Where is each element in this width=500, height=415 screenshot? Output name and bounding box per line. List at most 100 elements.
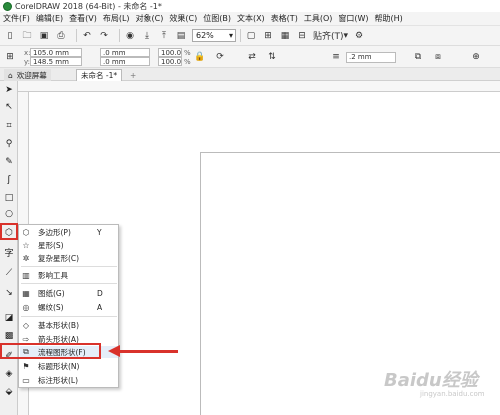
flyout-item-impact[interactable]: ▥ 影响工具 [20, 269, 118, 281]
snap-to-icon[interactable]: 贴齐(T) ▾ [313, 29, 348, 43]
text-tool-icon[interactable]: 字 [2, 246, 16, 259]
lock-ratio-icon[interactable]: 🔒 [194, 50, 206, 64]
shape-tool-icon[interactable]: ↖ [2, 100, 16, 113]
flyout-separator [21, 266, 117, 267]
connector-tool-icon[interactable]: ↘ [2, 286, 16, 299]
flyout-separator [21, 316, 117, 317]
parallel-dimension-icon[interactable]: ⟋ [2, 266, 16, 279]
show-grid-icon[interactable]: ▦ [279, 29, 291, 43]
tab-welcome[interactable]: ⌂ 欢迎屏幕 [4, 69, 51, 81]
impact-tool-icon: ▥ [22, 270, 30, 280]
outline-width-select[interactable]: .2 mm [346, 52, 396, 63]
menu-help[interactable]: 帮助(H) [375, 13, 403, 24]
watermark-url: jingyan.baidu.com [420, 390, 485, 398]
flyout-item-label: 基本形状(B) [38, 320, 79, 330]
interactive-fill-icon[interactable]: ◈ [2, 367, 16, 380]
width-field[interactable]: .0 mm [100, 48, 150, 57]
menu-effects[interactable]: 效果(C) [169, 13, 197, 24]
menu-bitmaps[interactable]: 位图(B) [203, 13, 231, 24]
new-document-icon[interactable]: ▯ [4, 29, 16, 43]
star-icon: ☆ [22, 240, 30, 250]
window-title: CorelDRAW 2018 (64-Bit) - 未命名 -1* [15, 1, 162, 11]
flyout-item-callout-shapes[interactable]: ▭ 标注形状(L) [20, 374, 118, 386]
watermark: Baidu经验 [384, 370, 478, 391]
mirror-vertical-icon[interactable]: ⇅ [266, 50, 278, 64]
y-position-field[interactable]: 148.5 mm [30, 57, 82, 66]
toolbar-separator [240, 29, 241, 42]
redo-icon[interactable]: ↷ [98, 29, 110, 43]
ellipse-tool-icon[interactable]: ○ [2, 207, 16, 220]
menu-layout[interactable]: 布局(L) [103, 13, 130, 24]
flyout-item-basic-shapes[interactable]: ◇ 基本形状(B) [20, 319, 118, 331]
show-guidelines-icon[interactable]: ⊟ [296, 29, 308, 43]
outline-width-icon: ≡ [332, 52, 340, 62]
freehand-tool-icon[interactable]: ✎ [2, 155, 16, 168]
undo-icon[interactable]: ↶ [81, 29, 93, 43]
smart-fill-icon[interactable]: ⬙ [2, 385, 16, 398]
flyout-item-label: 螺纹(S) [38, 302, 64, 312]
flyout-item-shortcut: A [97, 302, 103, 312]
save-icon[interactable]: ▣ [38, 29, 50, 43]
tab-document[interactable]: 未命名 -1* [76, 69, 123, 81]
menu-table[interactable]: 表格(T) [271, 13, 298, 24]
import-icon[interactable]: ⤓ [141, 29, 153, 43]
add-tab-icon[interactable]: + [126, 69, 140, 81]
menu-view[interactable]: 查看(V) [69, 13, 97, 24]
menu-tools[interactable]: 工具(O) [304, 13, 333, 24]
publish-pdf-icon[interactable]: ▤ [175, 29, 187, 43]
rotation-icon[interactable]: ⟳ [214, 50, 226, 64]
rectangle-tool-icon[interactable]: □ [2, 191, 16, 204]
artistic-media-icon[interactable]: ʃ [2, 173, 16, 186]
object-tools-flyout: ⬡ 多边形(P) Y ☆ 星形(S) ✲ 复杂星形(C) ▥ 影响工具 ▦ 图纸… [18, 224, 119, 388]
menu-window[interactable]: 窗口(W) [338, 13, 368, 24]
show-rulers-icon[interactable]: ⊞ [262, 29, 274, 43]
full-screen-icon[interactable]: ▢ [245, 29, 257, 43]
open-folder-icon[interactable]: 🗀 [21, 29, 33, 43]
toolbar-separator [119, 29, 120, 42]
to-back-icon[interactable]: ⧈ [432, 50, 444, 64]
flyout-item-label: 星形(S) [38, 240, 64, 250]
scale-width-field[interactable]: 100.0 [158, 48, 182, 57]
horizontal-ruler[interactable] [18, 81, 500, 92]
polygon-icon: ⬡ [22, 227, 30, 237]
flyout-item-label: 图纸(G) [38, 288, 65, 298]
export-icon[interactable]: ⤒ [158, 29, 170, 43]
menu-text[interactable]: 文本(X) [237, 13, 265, 24]
basic-shapes-icon: ◇ [22, 320, 30, 330]
flyout-item-graph-paper[interactable]: ▦ 图纸(G) D [20, 287, 118, 299]
property-bar: ⊞ x: 105.0 mm y: 148.5 mm .0 mm .0 mm 10… [0, 46, 500, 68]
options-gear-icon[interactable]: ⚙ [353, 29, 365, 43]
zoom-level-select[interactable]: 62% ▾ [192, 29, 236, 42]
print-icon[interactable]: ⎙ [55, 29, 67, 43]
crop-tool-icon[interactable]: ⌗ [2, 119, 16, 132]
page-size-icon[interactable]: ⊞ [4, 50, 16, 64]
menu-bar: 文件(F) 编辑(E) 查看(V) 布局(L) 对象(C) 效果(C) 位图(B… [0, 12, 500, 26]
flyout-item-shortcut: Y [97, 227, 102, 237]
annotation-arrow-head [108, 345, 120, 357]
flyout-item-polygon[interactable]: ⬡ 多边形(P) Y [20, 226, 118, 238]
mirror-horizontal-icon[interactable]: ⇄ [246, 50, 258, 64]
zoom-tool-icon[interactable]: ⚲ [2, 137, 16, 150]
x-position-field[interactable]: 105.0 mm [30, 48, 82, 57]
snap-label: 贴齐(T) [313, 32, 344, 42]
flyout-item-banner-shapes[interactable]: ⚑ 标题形状(N) [20, 360, 118, 372]
pick-tool-icon[interactable]: ➤ [2, 83, 16, 96]
graph-paper-icon: ▦ [22, 288, 30, 298]
search-content-icon[interactable]: ◉ [124, 29, 136, 43]
transparency-icon[interactable]: ▩ [2, 329, 16, 342]
menu-file[interactable]: 文件(F) [3, 13, 30, 24]
drop-shadow-icon[interactable]: ◪ [2, 311, 16, 324]
callout-shapes-icon: ▭ [22, 375, 30, 385]
height-field[interactable]: .0 mm [100, 57, 150, 66]
spiral-icon: ◎ [22, 302, 30, 312]
flyout-item-complex-star[interactable]: ✲ 复杂星形(C) [20, 252, 118, 264]
menu-edit[interactable]: 编辑(E) [36, 13, 63, 24]
flyout-item-spiral[interactable]: ◎ 螺纹(S) A [20, 301, 118, 313]
flyout-item-star[interactable]: ☆ 星形(S) [20, 239, 118, 251]
quick-customize-icon[interactable]: ⊕ [470, 50, 482, 64]
to-front-icon[interactable]: ⧉ [412, 50, 424, 64]
menu-object[interactable]: 对象(C) [136, 13, 164, 24]
banner-shapes-icon: ⚑ [22, 361, 30, 371]
scale-height-field[interactable]: 100.0 [158, 57, 182, 66]
chevron-down-icon: ▾ [228, 31, 233, 40]
